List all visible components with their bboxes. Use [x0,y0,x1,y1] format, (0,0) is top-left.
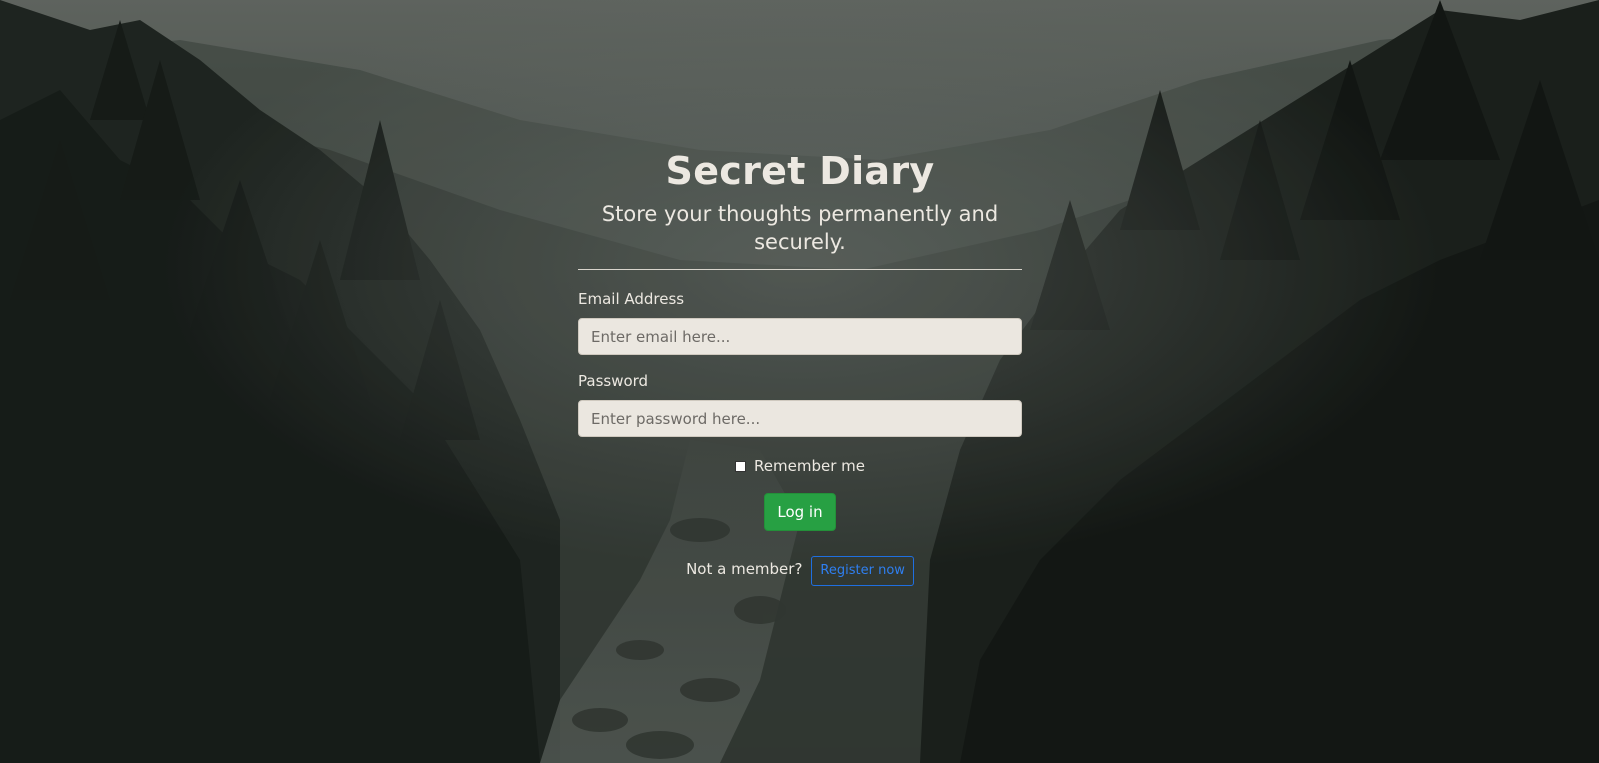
page-title: Secret Diary [665,149,935,193]
remember-me-label: Remember me [754,457,865,475]
password-field[interactable] [578,400,1022,437]
email-group: Email Address [578,290,1022,355]
password-group: Password [578,372,1022,437]
divider [578,269,1022,270]
login-panel: Secret Diary Store your thoughts permane… [578,140,1022,586]
remember-me-checkbox[interactable] [735,460,747,472]
not-a-member-text: Not a member? [686,560,803,578]
login-button[interactable]: Log in [764,493,836,531]
register-button[interactable]: Register now [811,556,914,586]
register-row: Not a member? Register now [578,554,1022,586]
email-label: Email Address [578,290,685,308]
remember-me-row: Remember me [578,457,1022,475]
password-label: Password [578,372,649,390]
email-field[interactable] [578,318,1022,355]
page-subtitle: Store your thoughts permanently and secu… [601,202,999,254]
